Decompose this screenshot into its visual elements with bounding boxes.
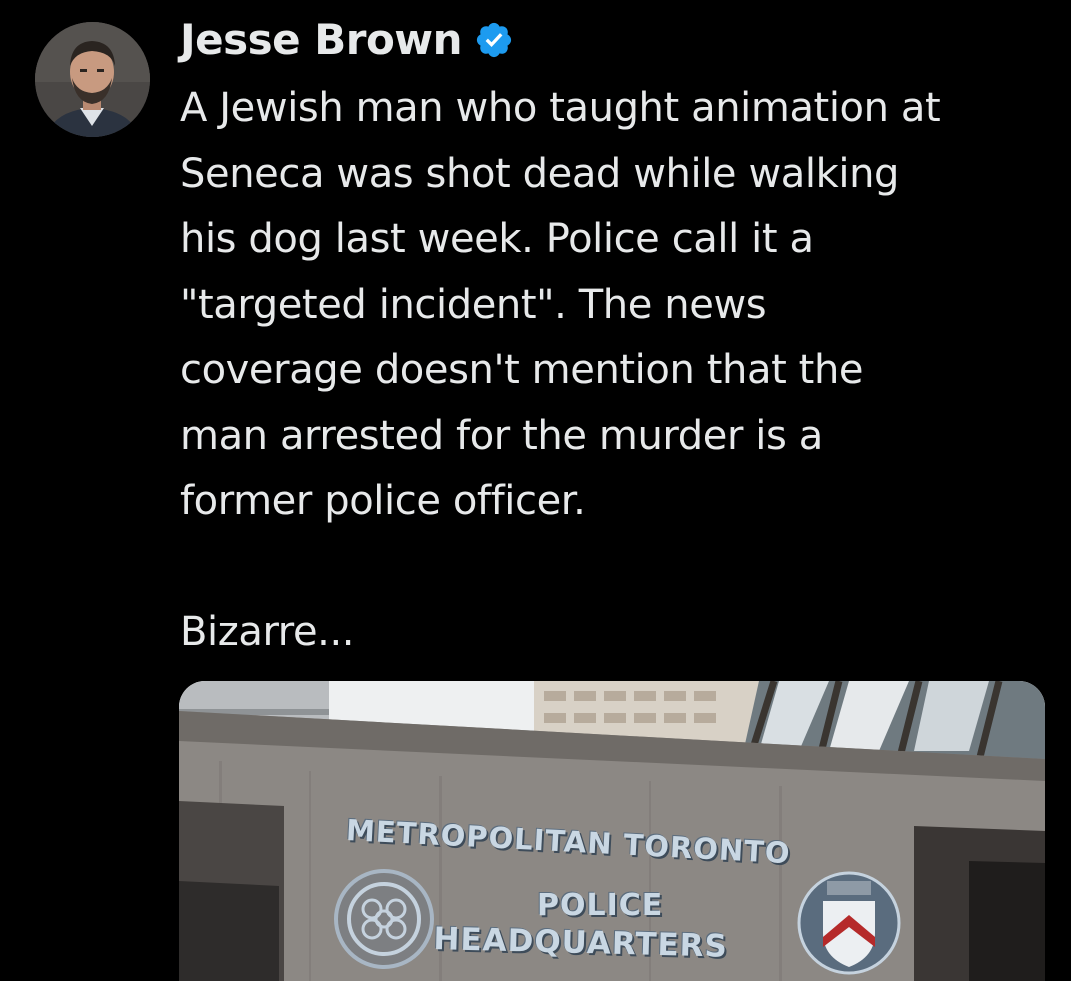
tweet-text-closing: Bizarre... (180, 609, 355, 655)
tweet-text-line: A Jewish man who taught animation at (180, 85, 941, 131)
tweet-text-line: Seneca was shot dead while walking (180, 150, 900, 197)
tweet-text-line: his dog last week. Police call it a (180, 216, 814, 262)
tweet-media-image[interactable]: METROPOLITAN TORONTO POLICE HEADQUARTERS (179, 681, 1045, 981)
verified-badge-icon (476, 22, 512, 58)
sign-text-line-3: HEADQUARTERS (433, 921, 729, 965)
tweet: Jesse Brown A Jewish man who taught anim… (0, 0, 1071, 981)
tweet-text-line: man arrested for the murder is a (180, 412, 823, 459)
tweet-text: A Jewish man who taught animation at Sen… (180, 76, 1060, 666)
sign-text-line-2: POLICE (537, 888, 664, 923)
author-avatar[interactable] (35, 22, 150, 137)
author-display-name[interactable]: Jesse Brown (180, 14, 463, 66)
tweet-text-line: former police officer. (180, 478, 586, 524)
tweet-text-line: coverage doesn't mention that the (180, 347, 864, 393)
avatar-photo-icon (35, 22, 150, 137)
author-header: Jesse Brown (180, 14, 514, 66)
tweet-text-line: "targeted incident". The news (180, 281, 767, 328)
